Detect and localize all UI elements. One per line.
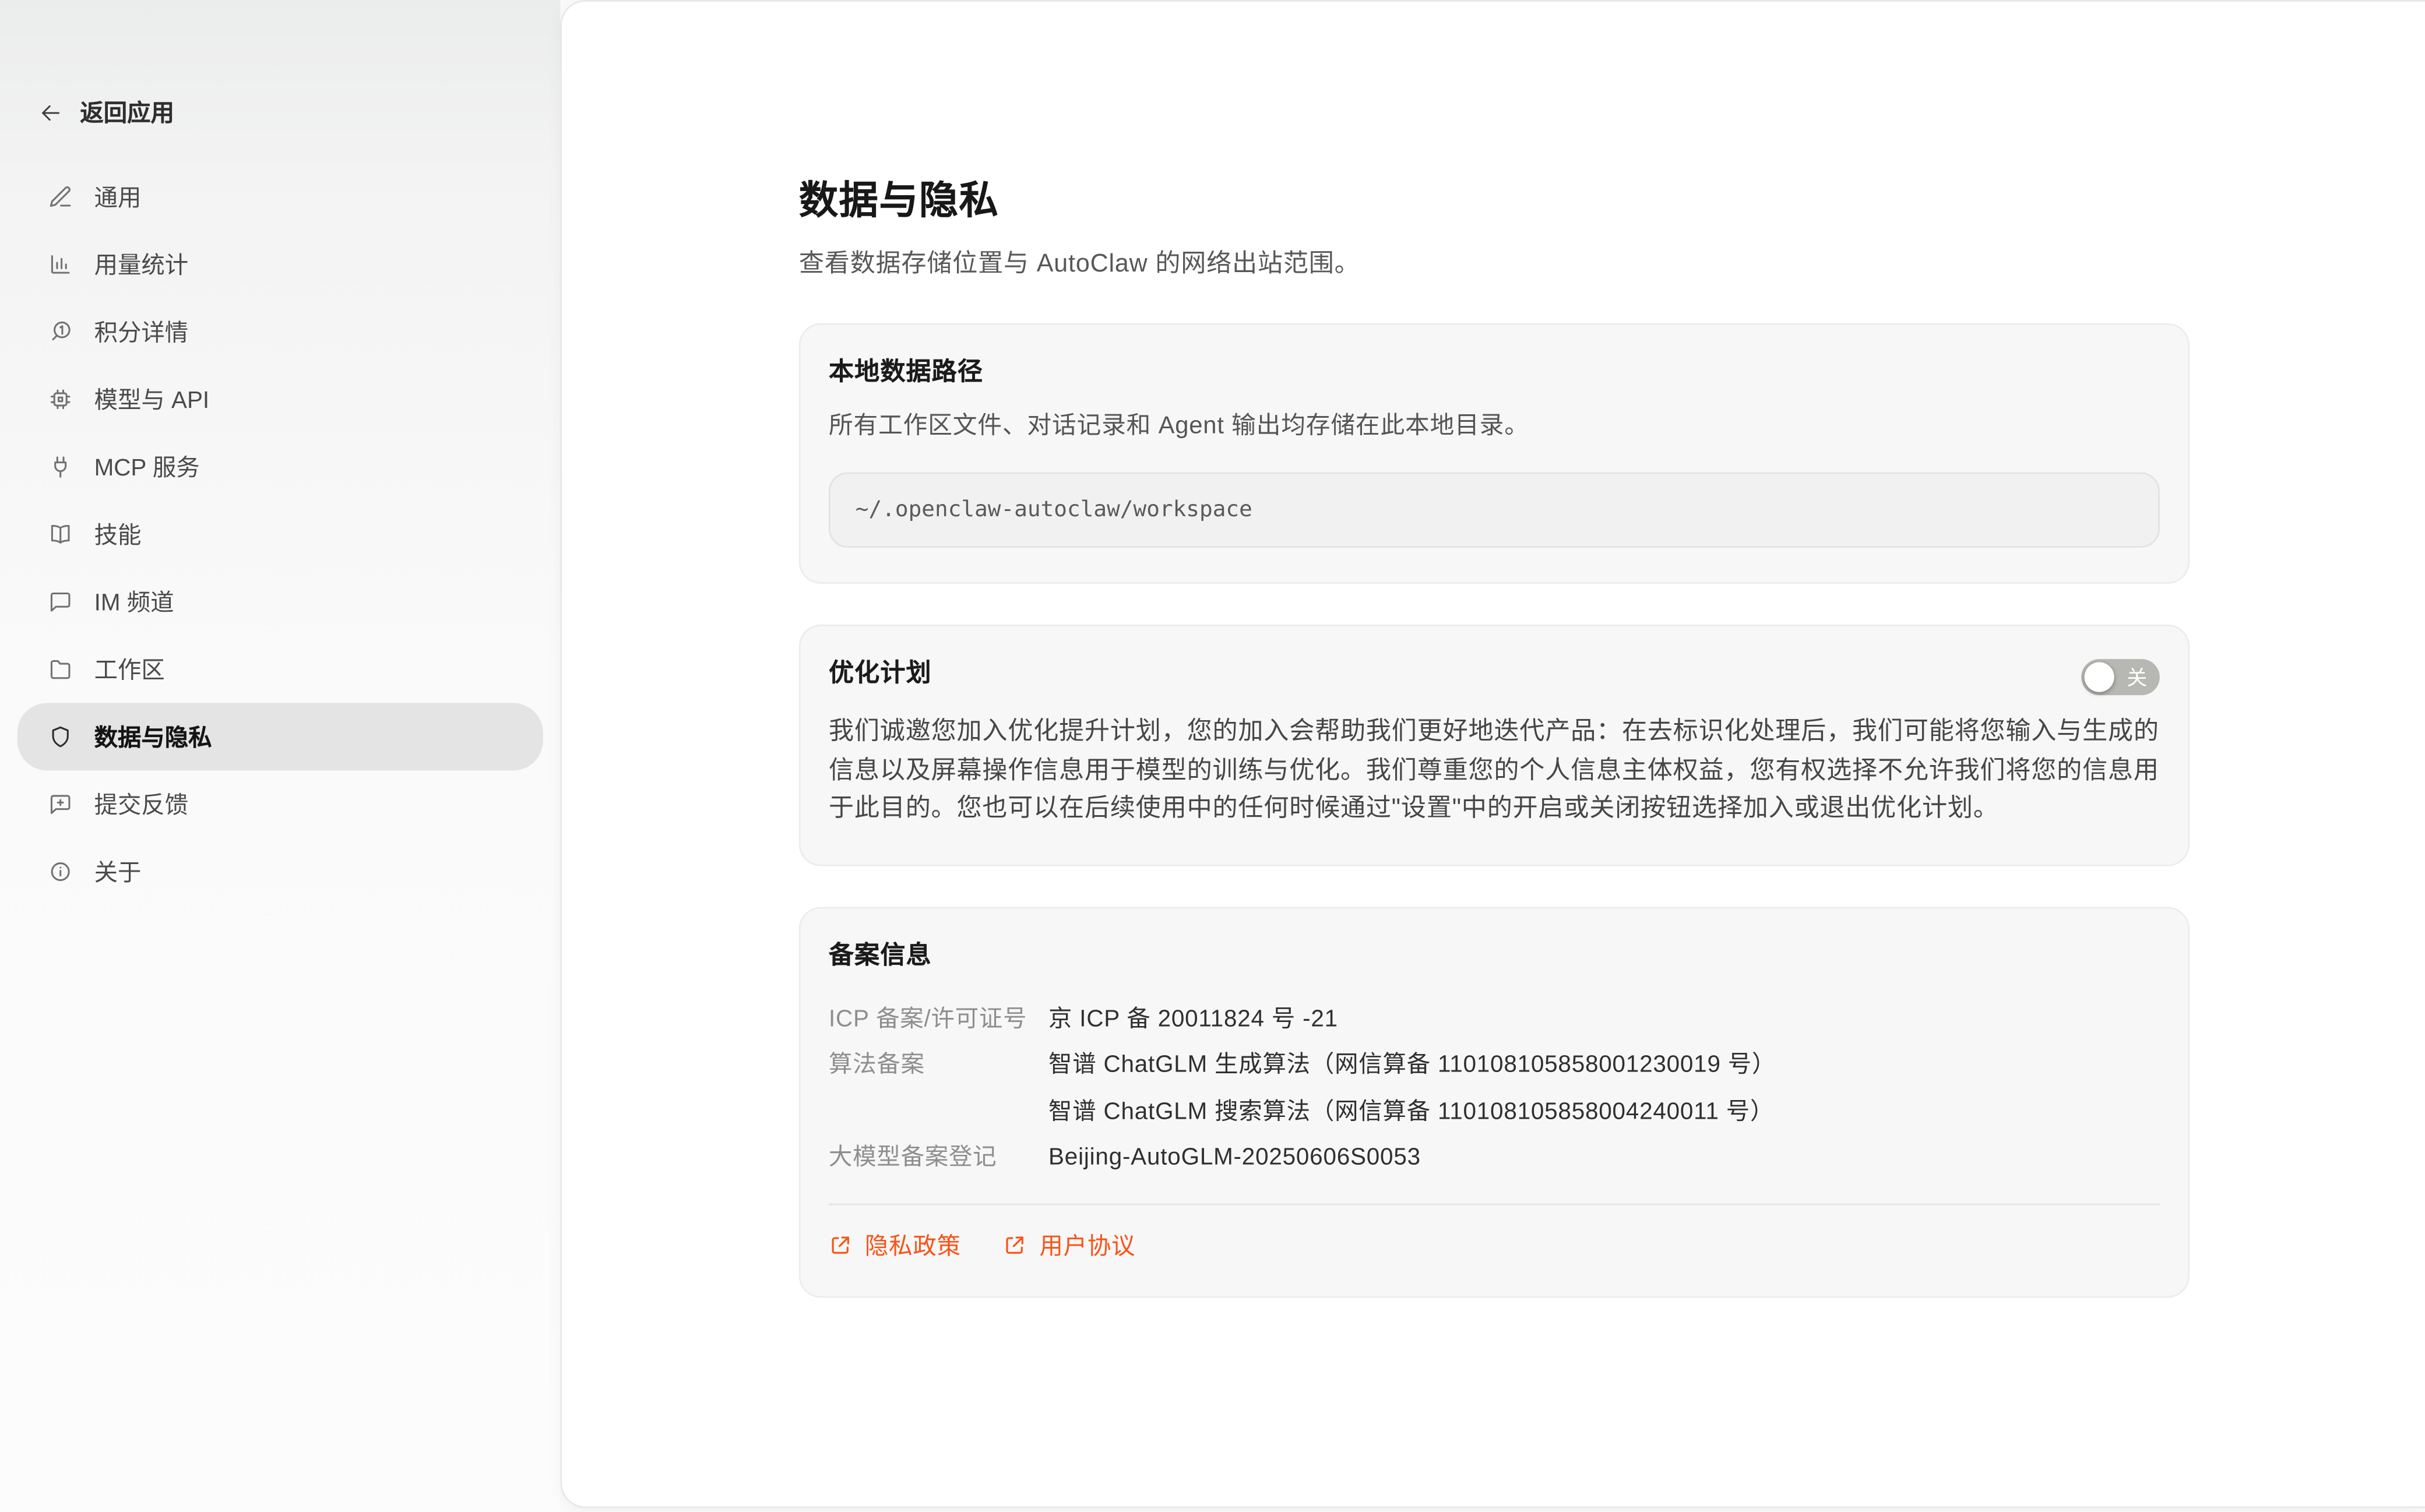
sidebar-item-label: 工作区 [94,653,165,686]
optimization-plan-title: 优化计划 [829,657,932,692]
sidebar-item-models-api[interactable]: 模型与 API [17,366,543,433]
privacy-policy-link[interactable]: 隐私政策 [829,1228,961,1261]
message-square-icon [47,588,74,615]
sidebar-item-about[interactable]: 关于 [17,838,543,905]
optimization-plan-toggle[interactable]: 关 [2081,659,2160,695]
sidebar-item-label: 关于 [94,855,142,889]
filing-row-label: 算法备案 [829,1042,1048,1134]
workspace-path-value: ~/.openclaw-autoclaw/workspace [856,498,1252,523]
filing-row-icp: ICP 备案/许可证号 京 ICP 备 20011824 号 -21 [829,996,2160,1042]
filing-row-label: ICP 备案/许可证号 [829,996,1048,1042]
sidebar: 返回应用 通用 用量统计 积分详情 模型与 API MCP 服务 [0,0,560,1512]
filing-divider [829,1203,2160,1204]
sidebar-item-label: 提交反馈 [94,788,189,821]
filing-row-label: 大模型备案登记 [829,1134,1048,1180]
sidebar-item-label: 技能 [94,518,142,551]
sidebar-item-usage-stats[interactable]: 用量统计 [17,231,543,298]
local-data-path-description: 所有工作区文件、对话记录和 Agent 输出均存储在此本地目录。 [829,410,2160,444]
filing-row-value: 智谱 ChatGLM 搜索算法（网信算备 1101081058580042400… [1048,1088,2160,1134]
sidebar-item-mcp-services[interactable]: MCP 服务 [17,433,543,501]
sidebar-nav: 通用 用量统计 积分详情 模型与 API MCP 服务 技能 [17,163,543,905]
pencil-icon [47,184,74,210]
optimization-plan-header: 优化计划 关 [829,657,2160,695]
plug-icon [47,453,74,480]
filing-row-llm-registration: 大模型备案登记 Beijing-AutoGLM-20250606S0053 [829,1134,2160,1180]
workspace-path-field[interactable]: ~/.openclaw-autoclaw/workspace [829,473,2160,548]
sidebar-item-label: 通用 [94,181,142,214]
user-agreement-label: 用户协议 [1039,1228,1135,1261]
sidebar-item-data-privacy[interactable]: 数据与隐私 [17,703,543,771]
external-link-icon [1004,1233,1027,1256]
settings-panel: 数据与隐私 查看数据存储位置与 AutoClaw 的网络出站范围。 本地数据路径… [560,0,2425,1508]
bar-chart-icon [47,251,74,278]
filing-row-value: Beijing-AutoGLM-20250606S0053 [1048,1134,2160,1180]
privacy-policy-label: 隐私政策 [865,1228,961,1261]
sidebar-item-feedback[interactable]: 提交反馈 [17,770,543,838]
sidebar-item-general[interactable]: 通用 [17,163,543,231]
filing-info-card: 备案信息 ICP 备案/许可证号 京 ICP 备 20011824 号 -21 … [799,906,2190,1297]
toggle-knob [2085,662,2114,692]
external-link-icon [829,1233,852,1256]
settings-content: 数据与隐私 查看数据存储位置与 AutoClaw 的网络出站范围。 本地数据路径… [799,177,2190,1297]
local-data-path-card: 本地数据路径 所有工作区文件、对话记录和 Agent 输出均存储在此本地目录。 … [799,323,2190,584]
back-to-app-label: 返回应用 [80,96,174,129]
filing-info-title: 备案信息 [829,939,2160,974]
user-agreement-link[interactable]: 用户协议 [1004,1228,1136,1261]
sidebar-item-label: 数据与隐私 [94,720,212,753]
sidebar-item-label: 积分详情 [94,315,189,348]
sidebar-item-label: 用量统计 [94,248,189,281]
credits-gauge-icon [47,319,74,346]
filing-table: ICP 备案/许可证号 京 ICP 备 20011824 号 -21 算法备案 … [829,996,2160,1181]
shield-icon [47,724,74,750]
info-icon [47,858,74,885]
sidebar-item-skills[interactable]: 技能 [17,501,543,568]
page-subtitle: 查看数据存储位置与 AutoClaw 的网络出站范围。 [799,248,2190,283]
page-title: 数据与隐私 [799,177,2190,224]
sidebar-item-im-channels[interactable]: IM 频道 [17,568,543,636]
filing-row-value: 智谱 ChatGLM 生成算法（网信算备 1101081058580012300… [1048,1042,2160,1088]
optimization-plan-card: 优化计划 关 我们诚邀您加入优化提升计划，您的加入会帮助我们更好地迭代产品：在去… [799,625,2190,865]
arrow-left-icon [38,100,63,125]
sidebar-item-label: 模型与 API [94,383,210,416]
folder-icon [47,656,74,683]
back-to-app-button[interactable]: 返回应用 [38,96,174,129]
policy-links: 隐私政策 用户协议 [829,1228,2160,1261]
filing-row-algorithm: 算法备案 智谱 ChatGLM 生成算法（网信算备 11010810585800… [829,1042,2160,1134]
sidebar-item-credits[interactable]: 积分详情 [17,298,543,366]
filing-row-value: 京 ICP 备 20011824 号 -21 [1048,996,2160,1042]
settings-window: 返回应用 通用 用量统计 积分详情 模型与 API MCP 服务 [0,0,2425,1512]
feedback-plus-icon [47,791,74,817]
book-open-icon [47,521,74,548]
toggle-state-label: 关 [2127,667,2147,688]
sidebar-item-label: IM 频道 [94,586,174,619]
local-data-path-title: 本地数据路径 [829,356,2160,390]
sidebar-item-workspace[interactable]: 工作区 [17,636,543,703]
sidebar-item-label: MCP 服务 [94,450,200,484]
optimization-plan-description: 我们诚邀您加入优化提升计划，您的加入会帮助我们更好地迭代产品：在去标识化处理后，… [829,714,2160,829]
cpu-icon [47,386,74,413]
